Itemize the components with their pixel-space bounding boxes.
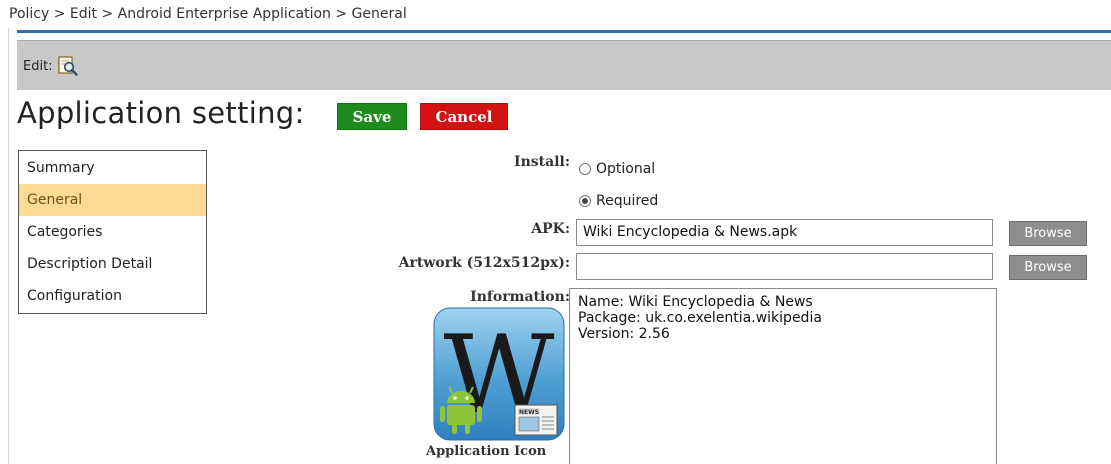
page-title: Application setting: [17,96,305,130]
nav-item-categories[interactable]: Categories [19,216,206,248]
nav-item-general[interactable]: General [19,184,206,216]
radio-required[interactable] [579,195,591,207]
info-line-name: Name: Wiki Encyclopedia & News [578,294,813,310]
info-line-package: Package: uk.co.exelentia.wikipedia [578,310,822,326]
header-accent-rule [17,30,1111,33]
radio-optional[interactable] [579,163,591,175]
newspaper-badge-text: NEWS [519,409,539,416]
newspaper-icon: NEWS [514,404,558,436]
radio-required-label: Required [596,193,659,209]
radio-optional-label: Optional [596,161,656,177]
information-label: Information: [470,289,570,305]
page-left-border [8,28,9,464]
apk-field[interactable]: Wiki Encyclopedia & News.apk [576,219,993,246]
nav-item-description-detail[interactable]: Description Detail [19,248,206,280]
apk-browse-button[interactable]: Browse [1009,221,1087,246]
toolbar-label: Edit: [23,59,53,74]
install-option-required[interactable]: Required [579,193,658,209]
settings-nav: Summary General Categories Description D… [18,150,207,314]
application-icon-image: W NEWS [433,307,565,441]
nav-item-configuration[interactable]: Configuration [19,280,206,312]
nav-item-summary[interactable]: Summary [19,152,206,184]
install-option-optional[interactable]: Optional [579,161,655,177]
artwork-label: Artwork (512x512px): [398,255,570,271]
edit-search-icon[interactable] [57,56,79,76]
edit-toolbar: Edit: [17,40,1111,90]
application-icon-caption: Application Icon [426,444,547,459]
install-label: Install: [514,154,570,170]
apk-label: APK: [531,221,570,237]
info-line-version: Version: 2.56 [578,326,670,342]
information-textarea[interactable]: Name: Wiki Encyclopedia & News Package: … [569,288,997,464]
artwork-field[interactable] [576,253,993,280]
cancel-button[interactable]: Cancel [420,103,508,130]
breadcrumb: Policy > Edit > Android Enterprise Appli… [9,6,407,22]
save-button[interactable]: Save [337,103,407,130]
artwork-browse-button[interactable]: Browse [1009,255,1087,280]
